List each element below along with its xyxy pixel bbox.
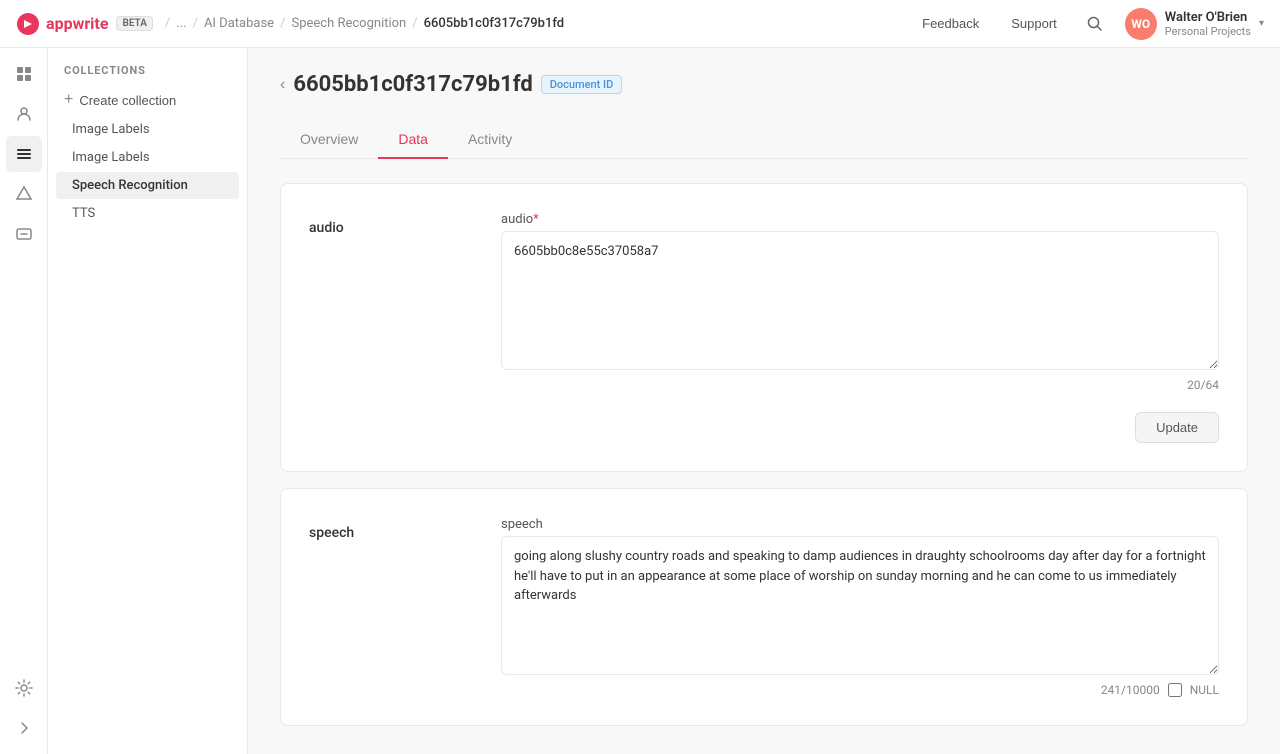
search-button[interactable] xyxy=(1081,10,1109,38)
user-name: Walter O'Brien xyxy=(1165,10,1251,25)
audio-required-marker: * xyxy=(533,212,539,227)
doc-id-badge: Document ID xyxy=(541,75,623,94)
sidebar-item-image-labels-2[interactable]: Image Labels xyxy=(56,144,239,171)
nav-storage[interactable] xyxy=(6,216,42,252)
avatar: WO xyxy=(1125,8,1157,40)
tabs: Overview Data Activity xyxy=(280,121,1248,159)
speech-card: speech speech going along slushy country… xyxy=(280,488,1248,726)
search-icon xyxy=(1087,16,1103,32)
audio-char-count: 20/64 xyxy=(501,378,1219,392)
back-button[interactable]: ‹ xyxy=(280,76,285,94)
user-menu[interactable]: WO Walter O'Brien Personal Projects ▾ xyxy=(1125,8,1264,40)
logo-text: appwrite xyxy=(46,14,108,33)
speech-textarea[interactable]: going along slushy country roads and spe… xyxy=(501,536,1219,675)
speech-field-label: speech xyxy=(309,517,469,541)
speech-null-label: NULL xyxy=(1190,683,1219,697)
speech-char-count: 241/10000 xyxy=(1101,683,1160,697)
page-header: ‹ 6605bb1c0f317c79b1fd Document ID xyxy=(280,72,1248,97)
breadcrumb-sep-0: / xyxy=(165,16,170,31)
icon-nav xyxy=(0,48,48,754)
audio-update-button[interactable]: Update xyxy=(1135,412,1219,443)
breadcrumb-sep-3: / xyxy=(412,16,417,31)
audio-card: audio audio* 6605bb0c8e55c37058a7 20/64 … xyxy=(280,183,1248,472)
doc-id-title: 6605bb1c0f317c79b1fd xyxy=(293,72,532,97)
tab-overview[interactable]: Overview xyxy=(280,121,378,159)
nav-collections[interactable] xyxy=(6,136,42,172)
speech-null-checkbox[interactable] xyxy=(1168,683,1182,697)
create-collection-button[interactable]: + Create collection xyxy=(48,85,247,115)
chevron-down-icon: ▾ xyxy=(1259,18,1264,29)
sidebar-item-tts[interactable]: TTS xyxy=(56,200,239,227)
nav-functions[interactable] xyxy=(6,176,42,212)
feedback-button[interactable]: Feedback xyxy=(914,12,987,35)
sidebar-item-image-labels-1[interactable]: Image Labels xyxy=(56,116,239,143)
breadcrumb-ellipsis[interactable]: ... xyxy=(176,16,186,31)
nav-collapse[interactable] xyxy=(6,710,42,746)
plus-icon: + xyxy=(64,91,73,109)
tab-data[interactable]: Data xyxy=(378,121,448,159)
sidebar: COLLECTIONS + Create collection Image La… xyxy=(48,48,248,754)
audio-textarea[interactable]: 6605bb0c8e55c37058a7 xyxy=(501,231,1219,370)
tab-activity[interactable]: Activity xyxy=(448,121,532,159)
breadcrumb-speech-recognition[interactable]: Speech Recognition xyxy=(291,16,406,31)
user-project: Personal Projects xyxy=(1165,25,1251,38)
support-button[interactable]: Support xyxy=(1003,12,1065,35)
breadcrumb-ai-database[interactable]: AI Database xyxy=(204,16,274,31)
beta-badge: BETA xyxy=(116,16,152,31)
audio-field-name: audio* xyxy=(501,212,1219,227)
nav-users[interactable] xyxy=(6,96,42,132)
speech-field-name: speech xyxy=(501,517,1219,532)
sidebar-section-title: COLLECTIONS xyxy=(48,64,247,85)
nav-dashboard[interactable] xyxy=(6,56,42,92)
breadcrumb-sep-2: / xyxy=(280,16,285,31)
sidebar-item-speech-recognition[interactable]: Speech Recognition xyxy=(56,172,239,199)
nav-settings[interactable] xyxy=(6,670,42,706)
breadcrumb: / ... / AI Database / Speech Recognition… xyxy=(165,16,564,31)
breadcrumb-sep-1: / xyxy=(193,16,198,31)
breadcrumb-doc-id: 6605bb1c0f317c79b1fd xyxy=(424,16,565,31)
audio-field-label: audio xyxy=(309,212,469,236)
logo: appwrite xyxy=(16,12,108,36)
main-content: ‹ 6605bb1c0f317c79b1fd Document ID Overv… xyxy=(248,48,1280,754)
